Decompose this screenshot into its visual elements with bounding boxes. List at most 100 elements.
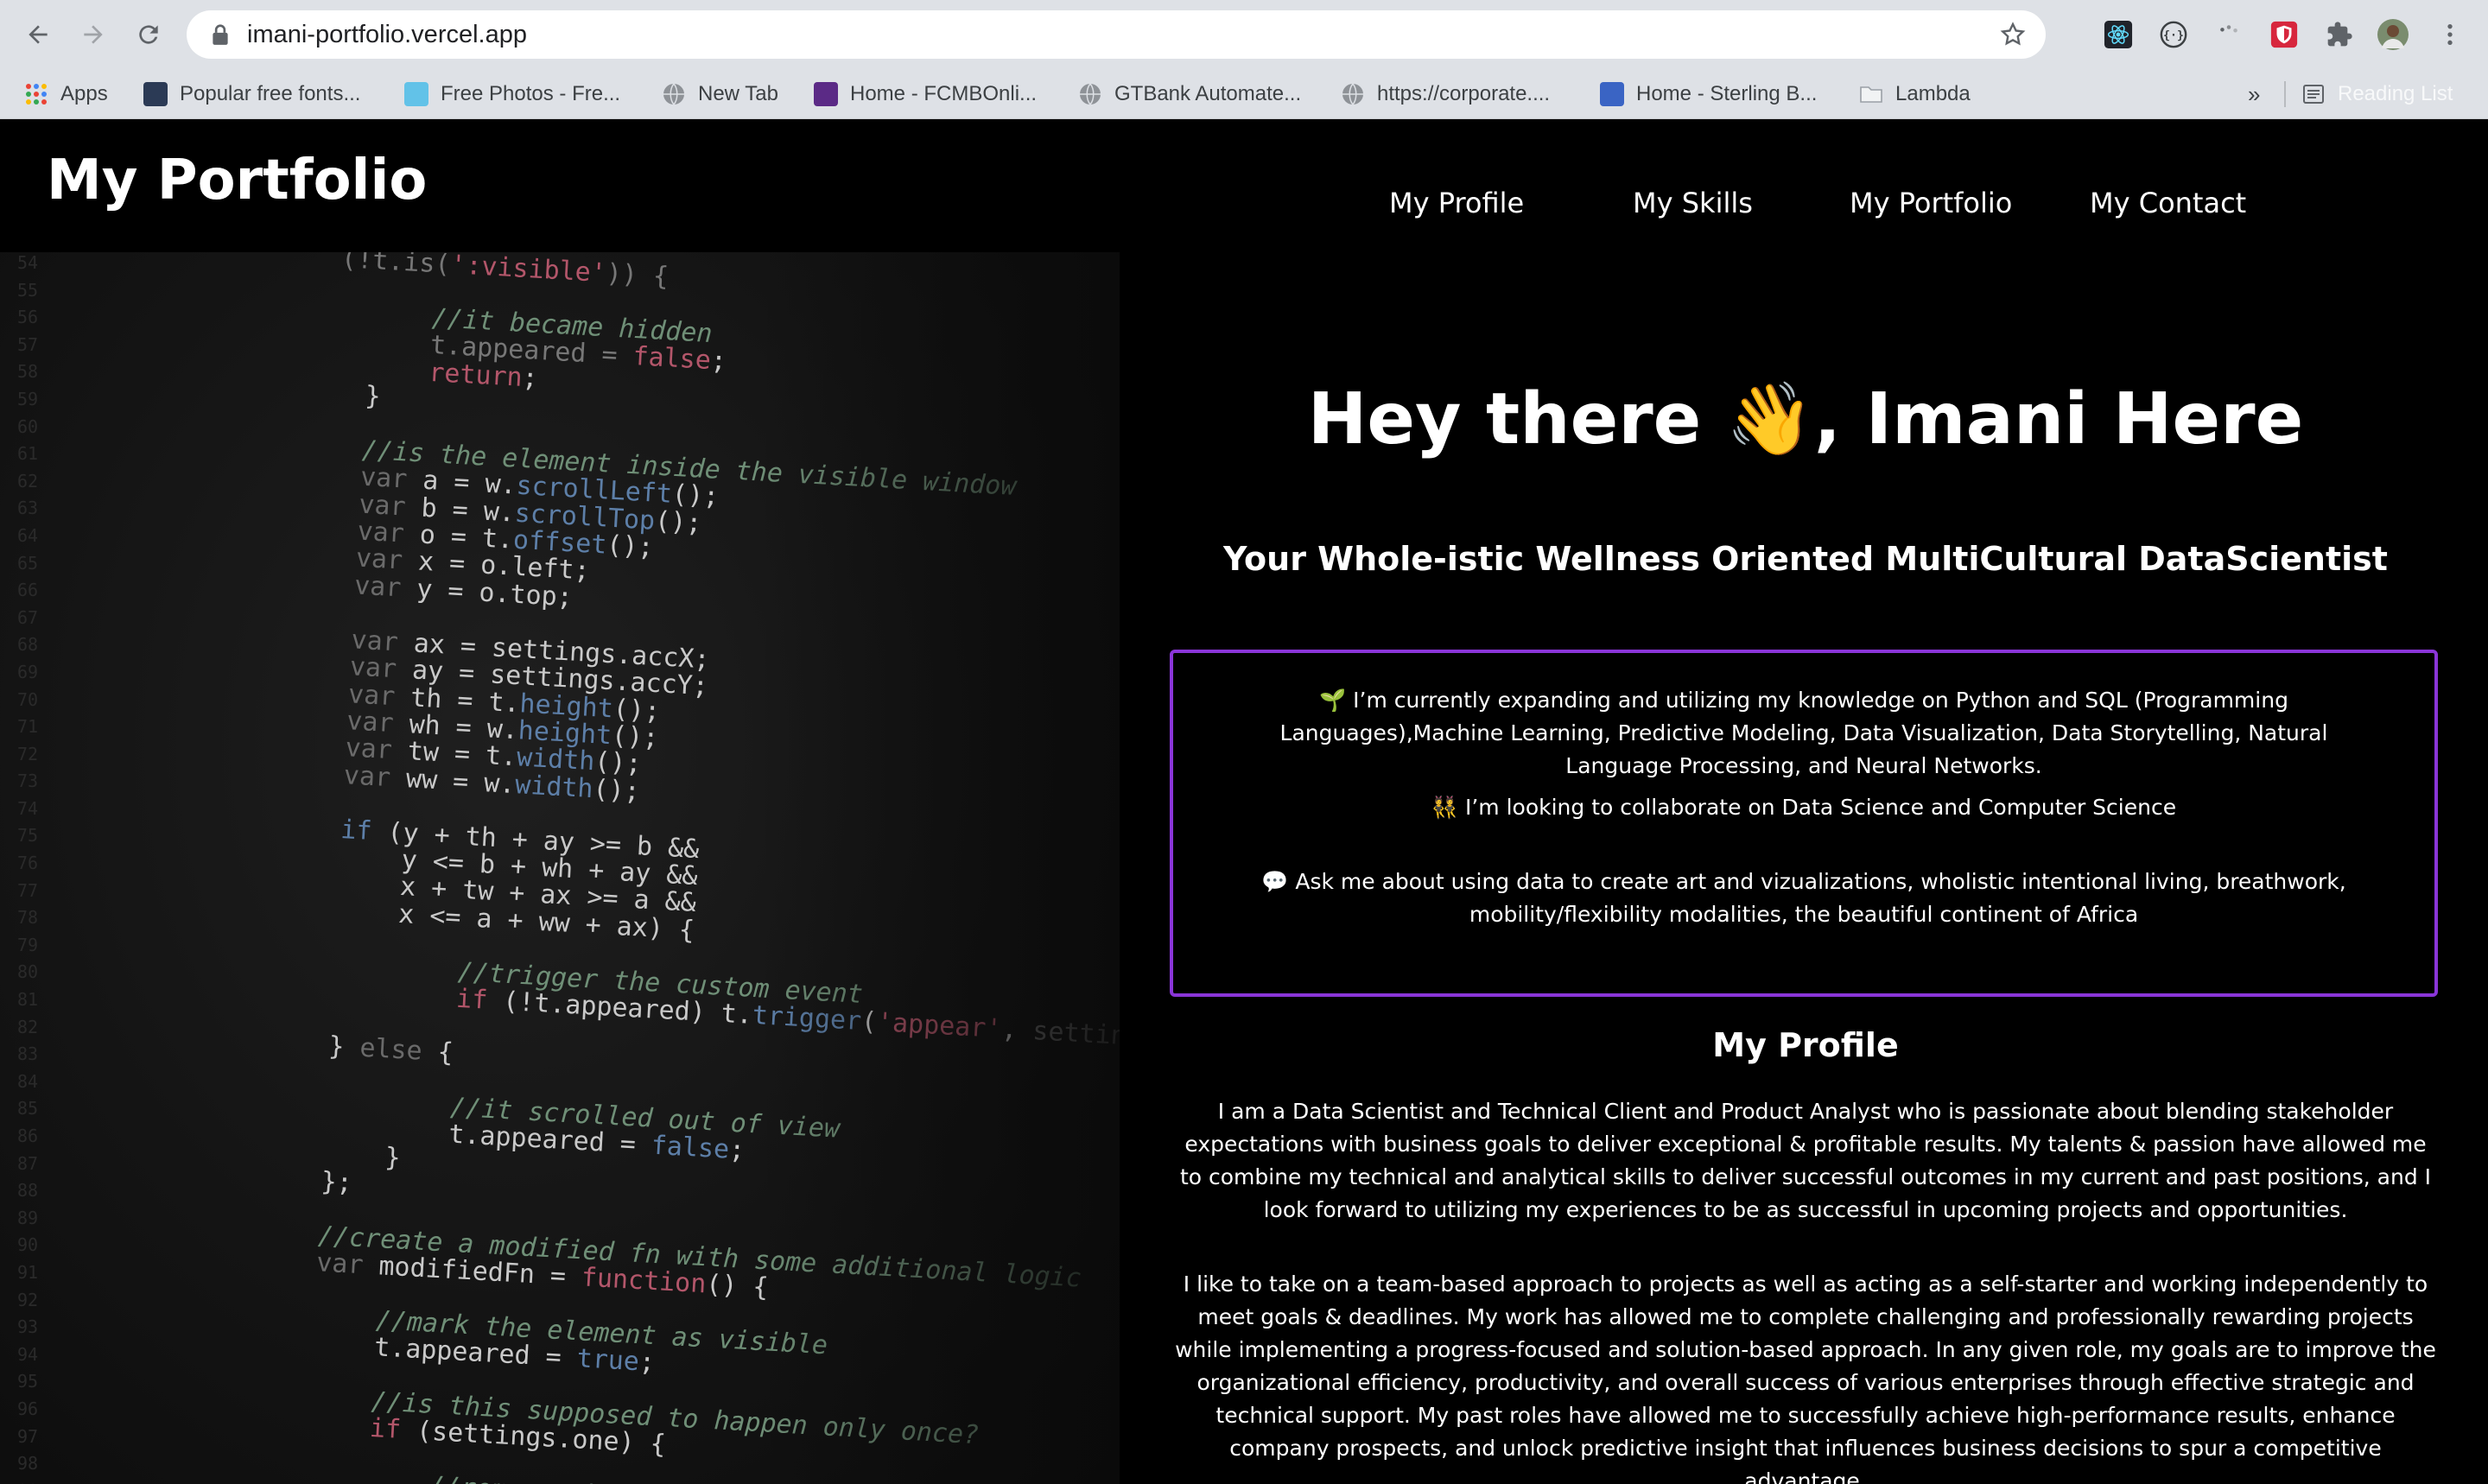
bookmark-star-icon[interactable] (1999, 21, 2027, 48)
line-number: 69 (17, 661, 39, 682)
arrow-left-icon (29, 25, 48, 44)
line-number: 66 (17, 580, 39, 601)
bookmark-apps[interactable]: Apps (24, 69, 108, 119)
bookmark-label: Popular free fonts... (180, 82, 361, 105)
apps-grid-icon (26, 84, 47, 105)
fontsquirrel-favicon (143, 82, 168, 106)
profile-section-title: My Profile (1712, 1026, 1899, 1064)
extensions-puzzle-icon[interactable] (2324, 19, 2355, 50)
forward-button[interactable] (74, 16, 112, 54)
profile-avatar[interactable] (2377, 19, 2409, 50)
line-number: 91 (17, 1261, 39, 1283)
site-logo[interactable]: My Portfolio (47, 149, 427, 212)
reload-button[interactable] (130, 16, 168, 54)
line-number: 83 (17, 1043, 39, 1065)
line-number: 59 (17, 388, 39, 409)
line-number: 85 (17, 1098, 39, 1119)
code-fade-overlay (757, 252, 1120, 1484)
line-number: 94 (17, 1343, 39, 1365)
bookmark-label: Apps (60, 82, 108, 105)
reading-list-label: Reading List (2338, 82, 2453, 105)
bookmark-label: GTBank Automate... (1114, 82, 1302, 105)
line-number: 60 (17, 415, 39, 437)
url-text: imani-portfolio.vercel.app (247, 21, 527, 48)
bookmark-corporate[interactable]: https://corporate.... (1341, 69, 1550, 119)
bookmark-label: Home - FCMBOnli... (850, 82, 1038, 105)
bookmarks-overflow-button[interactable]: » (2248, 69, 2260, 119)
line-number: 73 (17, 771, 39, 792)
line-number: 88 (17, 1180, 39, 1202)
line-number: 97 (17, 1425, 39, 1447)
fcmb-favicon (814, 82, 838, 106)
chevron-double-right-icon: » (2248, 80, 2261, 107)
bookmark-fcmb[interactable]: Home - FCMBOnli... (814, 69, 1037, 119)
line-number: 84 (17, 1070, 39, 1092)
folder-icon (1860, 86, 1882, 103)
line-number: 75 (17, 825, 39, 847)
portfolio-page: 54 55 56 57 58 59 60 61 62 63 64 65 66 67 68 69 70 71 72 73… (0, 119, 2488, 1484)
line-number: 93 (17, 1316, 39, 1338)
react-devtools-icon[interactable] (2103, 19, 2134, 50)
profile-paragraph-1: I am a Data Scientist and Technical Clie… (1179, 1099, 2432, 1222)
line-number: 79 (17, 934, 39, 955)
hero-title: Hey there 👋, Imani Here (1307, 378, 2304, 460)
profile-paragraph-2: I like to take on a team-based approach … (1175, 1272, 2436, 1484)
line-number: 65 (17, 552, 39, 574)
line-number: 58 (17, 361, 39, 383)
address-bar[interactable]: imani-portfolio.vercel.app (187, 10, 2046, 59)
browser-toolbar: imani-portfolio.vercel.app {·} (0, 0, 2488, 69)
line-number: 87 (17, 1152, 39, 1174)
bookmark-label: Home - Sterling B... (1636, 82, 1818, 105)
line-number: 56 (17, 307, 39, 328)
line-number: 63 (17, 498, 39, 519)
sterling-favicon (1600, 82, 1624, 106)
chrome-menu-icon[interactable] (2434, 19, 2466, 50)
line-number: 57 (17, 333, 39, 355)
bookmark-label: Lambda (1895, 82, 1971, 105)
bookmark-sterling[interactable]: Home - Sterling B... (1600, 69, 1817, 119)
reading-list-icon (2303, 85, 2324, 104)
bookmarks-divider (2284, 81, 2286, 107)
line-number: 80 (17, 961, 39, 983)
line-number: 81 (17, 989, 39, 1011)
pexels-favicon (404, 82, 428, 106)
line-number: 62 (17, 470, 39, 491)
bookmark-popular-fonts[interactable]: Popular free fonts... (143, 69, 360, 119)
bookmark-free-photos[interactable]: Free Photos - Fre... (404, 69, 620, 119)
ublock-shield-icon[interactable] (2269, 19, 2300, 50)
line-number: 72 (17, 743, 39, 764)
nav-my-contact[interactable]: My Contact (2090, 187, 2246, 219)
line-number: 78 (17, 907, 39, 929)
hero-subtitle: Your Whole-istic Wellness Oriented Multi… (1223, 540, 2388, 578)
line-number: 99 (17, 1481, 69, 1484)
bookmarks-bar: Apps Popular free fonts... Free Photos -… (0, 69, 2488, 119)
line-number: 77 (17, 879, 39, 901)
line-number: 71 (17, 716, 39, 738)
line-number: 82 (17, 1016, 39, 1037)
bookmark-gtbank[interactable]: GTBank Automate... (1078, 69, 1301, 119)
code-background-image: 54 55 56 57 58 59 60 61 62 63 64 65 66 67 68 69 70 71 72 73… (0, 252, 1120, 1484)
line-number: 70 (17, 688, 39, 710)
bookmark-folder-lambda[interactable]: Lambda (1859, 69, 1971, 119)
line-number: 86 (17, 1126, 39, 1146)
intro-card: 🌱 I’m currently expanding and utilizing … (1170, 650, 2438, 997)
nav-my-portfolio[interactable]: My Portfolio (1850, 187, 2012, 219)
bookmark-label: Free Photos - Fre... (441, 82, 621, 105)
bookmark-label: New Tab (698, 82, 778, 105)
reload-icon (139, 25, 158, 44)
intro-ask-me-text: 💬 Ask me about using data to create art … (1261, 869, 2346, 927)
globe-icon (1080, 83, 1101, 105)
globe-icon (663, 83, 684, 105)
line-number: 90 (17, 1234, 39, 1256)
back-button[interactable] (19, 16, 57, 54)
nav-my-profile[interactable]: My Profile (1389, 187, 1524, 219)
line-number: 54 (17, 252, 39, 273)
svg-text:{·}: {·} (2163, 29, 2184, 42)
line-number: 96 (17, 1398, 39, 1419)
nav-my-skills[interactable]: My Skills (1633, 187, 1753, 219)
bookmark-new-tab[interactable]: New Tab (662, 69, 778, 119)
reading-list-button[interactable]: Reading List (2301, 69, 2453, 119)
loading-dots-icon[interactable] (2213, 19, 2244, 50)
json-viewer-icon[interactable]: {·} (2158, 19, 2189, 50)
arrow-right-icon (84, 25, 103, 44)
